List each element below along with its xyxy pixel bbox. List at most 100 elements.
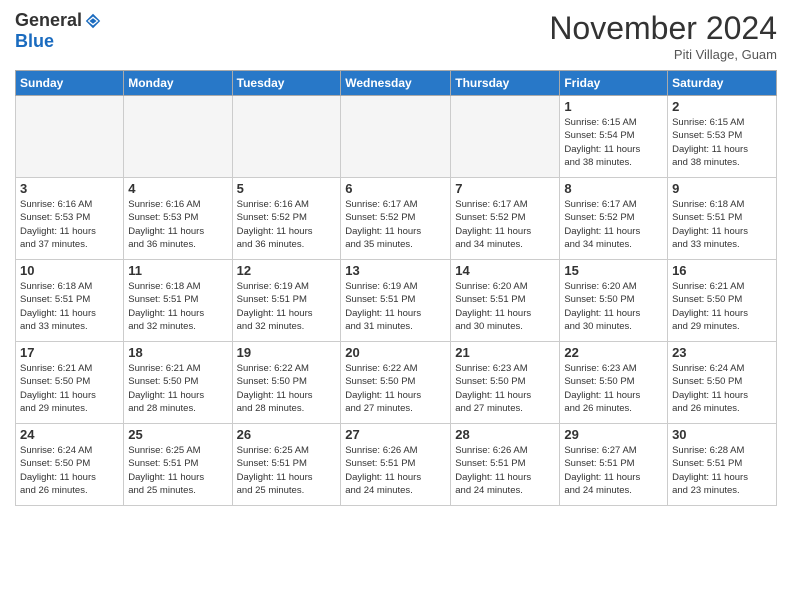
- day-number: 1: [564, 99, 663, 114]
- calendar-cell-0-0: [16, 96, 124, 178]
- day-info: Sunrise: 6:25 AMSunset: 5:51 PMDaylight:…: [128, 444, 227, 497]
- calendar-cell-1-6: 9Sunrise: 6:18 AMSunset: 5:51 PMDaylight…: [668, 178, 777, 260]
- day-number: 14: [455, 263, 555, 278]
- calendar-cell-3-2: 19 Sunrise: 6:22 AMSunset: 5:50 PMDayligh…: [232, 342, 341, 424]
- calendar-cell-4-3: 27Sunrise: 6:26 AMSunset: 5:51 PMDayligh…: [341, 424, 451, 506]
- week-row-4: 17 Sunrise: 6:21 AMSunset: 5:50 PMDayligh…: [16, 342, 777, 424]
- day-info: Sunrise: 6:18 AMSunset: 5:51 PMDaylight:…: [128, 280, 227, 333]
- calendar-table: Sunday Monday Tuesday Wednesday Thursday…: [15, 70, 777, 506]
- day-number: 28: [455, 427, 555, 442]
- day-number: 27: [345, 427, 446, 442]
- calendar-cell-3-1: 18Sunrise: 6:21 AMSunset: 5:50 PMDayligh…: [124, 342, 232, 424]
- calendar-cell-0-2: [232, 96, 341, 178]
- week-row-5: 24Sunrise: 6:24 AMSunset: 5:50 PMDayligh…: [16, 424, 777, 506]
- day-number: 4: [128, 181, 227, 196]
- calendar-header-row: Sunday Monday Tuesday Wednesday Thursday…: [16, 71, 777, 96]
- day-number: 19: [237, 345, 337, 360]
- calendar-cell-4-6: 30Sunrise: 6:28 AMSunset: 5:51 PMDayligh…: [668, 424, 777, 506]
- day-info: Sunrise: 6:16 AMSunset: 5:52 PMDaylight:…: [237, 198, 337, 251]
- header: General Blue November 2024 Piti Village,…: [15, 10, 777, 62]
- col-monday: Monday: [124, 71, 232, 96]
- col-sunday: Sunday: [16, 71, 124, 96]
- day-info: Sunrise: 6:15 AMSunset: 5:53 PMDaylight:…: [672, 116, 772, 169]
- day-info: Sunrise: 6:15 AMSunset: 5:54 PMDaylight:…: [564, 116, 663, 169]
- week-row-1: 1 Sunrise: 6:15 AMSunset: 5:54 PMDaylight…: [16, 96, 777, 178]
- col-friday: Friday: [560, 71, 668, 96]
- calendar-cell-0-5: 1 Sunrise: 6:15 AMSunset: 5:54 PMDaylight…: [560, 96, 668, 178]
- day-info: Sunrise: 6:22 AMSunset: 5:50 PMDaylight:…: [345, 362, 446, 415]
- day-info: Sunrise: 6:16 AMSunset: 5:53 PMDaylight:…: [128, 198, 227, 251]
- day-info: Sunrise: 6:19 AMSunset: 5:51 PMDaylight:…: [345, 280, 446, 333]
- calendar-cell-1-5: 8 Sunrise: 6:17 AMSunset: 5:52 PMDaylight…: [560, 178, 668, 260]
- day-info: Sunrise: 6:27 AMSunset: 5:51 PMDaylight:…: [564, 444, 663, 497]
- page-container: General Blue November 2024 Piti Village,…: [0, 0, 792, 516]
- logo-text: General: [15, 10, 102, 31]
- calendar-cell-3-4: 21 Sunrise: 6:23 AMSunset: 5:50 PMDayligh…: [451, 342, 560, 424]
- col-saturday: Saturday: [668, 71, 777, 96]
- calendar-cell-1-4: 7 Sunrise: 6:17 AMSunset: 5:52 PMDaylight…: [451, 178, 560, 260]
- day-number: 5: [237, 181, 337, 196]
- day-number: 29: [564, 427, 663, 442]
- day-info: Sunrise: 6:20 AMSunset: 5:50 PMDaylight:…: [564, 280, 663, 333]
- calendar-cell-1-0: 3 Sunrise: 6:16 AMSunset: 5:53 PMDaylight…: [16, 178, 124, 260]
- calendar-cell-1-2: 5 Sunrise: 6:16 AMSunset: 5:52 PMDaylight…: [232, 178, 341, 260]
- title-section: November 2024 Piti Village, Guam: [549, 10, 777, 62]
- day-number: 17: [20, 345, 119, 360]
- col-tuesday: Tuesday: [232, 71, 341, 96]
- day-number: 13: [345, 263, 446, 278]
- month-title: November 2024: [549, 10, 777, 47]
- calendar-cell-2-4: 14Sunrise: 6:20 AMSunset: 5:51 PMDayligh…: [451, 260, 560, 342]
- day-info: Sunrise: 6:28 AMSunset: 5:51 PMDaylight:…: [672, 444, 772, 497]
- day-info: Sunrise: 6:25 AMSunset: 5:51 PMDaylight:…: [237, 444, 337, 497]
- day-info: Sunrise: 6:23 AMSunset: 5:50 PMDaylight:…: [564, 362, 663, 415]
- day-info: Sunrise: 6:17 AMSunset: 5:52 PMDaylight:…: [345, 198, 446, 251]
- day-info: Sunrise: 6:16 AMSunset: 5:53 PMDaylight:…: [20, 198, 119, 251]
- day-info: Sunrise: 6:21 AMSunset: 5:50 PMDaylight:…: [672, 280, 772, 333]
- calendar-cell-4-2: 26Sunrise: 6:25 AMSunset: 5:51 PMDayligh…: [232, 424, 341, 506]
- day-number: 22: [564, 345, 663, 360]
- calendar-cell-3-3: 20 Sunrise: 6:22 AMSunset: 5:50 PMDayligh…: [341, 342, 451, 424]
- day-number: 24: [20, 427, 119, 442]
- day-number: 8: [564, 181, 663, 196]
- day-info: Sunrise: 6:22 AMSunset: 5:50 PMDaylight:…: [237, 362, 337, 415]
- day-number: 2: [672, 99, 772, 114]
- calendar-cell-2-0: 10Sunrise: 6:18 AMSunset: 5:51 PMDayligh…: [16, 260, 124, 342]
- calendar-cell-0-1: [124, 96, 232, 178]
- day-number: 20: [345, 345, 446, 360]
- day-number: 15: [564, 263, 663, 278]
- day-number: 23: [672, 345, 772, 360]
- day-number: 10: [20, 263, 119, 278]
- calendar-cell-1-1: 4 Sunrise: 6:16 AMSunset: 5:53 PMDaylight…: [124, 178, 232, 260]
- day-number: 16: [672, 263, 772, 278]
- calendar-cell-2-5: 15 Sunrise: 6:20 AMSunset: 5:50 PMDayligh…: [560, 260, 668, 342]
- day-number: 11: [128, 263, 227, 278]
- day-info: Sunrise: 6:26 AMSunset: 5:51 PMDaylight:…: [455, 444, 555, 497]
- calendar-cell-3-0: 17 Sunrise: 6:21 AMSunset: 5:50 PMDayligh…: [16, 342, 124, 424]
- day-number: 7: [455, 181, 555, 196]
- calendar-cell-4-5: 29 Sunrise: 6:27 AMSunset: 5:51 PMDayligh…: [560, 424, 668, 506]
- calendar-cell-3-5: 22 Sunrise: 6:23 AMSunset: 5:50 PMDayligh…: [560, 342, 668, 424]
- logo: General Blue: [15, 10, 102, 52]
- logo-general: General: [15, 10, 82, 31]
- calendar-cell-4-1: 25 Sunrise: 6:25 AMSunset: 5:51 PMDayligh…: [124, 424, 232, 506]
- calendar-cell-0-3: [341, 96, 451, 178]
- day-info: Sunrise: 6:17 AMSunset: 5:52 PMDaylight:…: [455, 198, 555, 251]
- calendar-cell-4-0: 24Sunrise: 6:24 AMSunset: 5:50 PMDayligh…: [16, 424, 124, 506]
- day-info: Sunrise: 6:24 AMSunset: 5:50 PMDaylight:…: [672, 362, 772, 415]
- day-info: Sunrise: 6:21 AMSunset: 5:50 PMDaylight:…: [20, 362, 119, 415]
- day-number: 12: [237, 263, 337, 278]
- day-info: Sunrise: 6:17 AMSunset: 5:52 PMDaylight:…: [564, 198, 663, 251]
- week-row-3: 10 Sunrise: 6:18 AMSunset: 5:51 PMDayligh…: [16, 260, 777, 342]
- day-info: Sunrise: 6:23 AMSunset: 5:50 PMDaylight:…: [455, 362, 555, 415]
- day-number: 9: [672, 181, 772, 196]
- calendar-cell-2-6: 16 Sunrise: 6:21 AMSunset: 5:50 PMDayligh…: [668, 260, 777, 342]
- calendar-cell-0-6: 2 Sunrise: 6:15 AMSunset: 5:53 PMDaylight…: [668, 96, 777, 178]
- day-number: 21: [455, 345, 555, 360]
- col-wednesday: Wednesday: [341, 71, 451, 96]
- day-number: 25: [128, 427, 227, 442]
- day-info: Sunrise: 6:19 AMSunset: 5:51 PMDaylight:…: [237, 280, 337, 333]
- day-info: Sunrise: 6:21 AMSunset: 5:50 PMDaylight:…: [128, 362, 227, 415]
- day-number: 3: [20, 181, 119, 196]
- calendar-cell-2-1: 11 Sunrise: 6:18 AMSunset: 5:51 PMDayligh…: [124, 260, 232, 342]
- day-number: 6: [345, 181, 446, 196]
